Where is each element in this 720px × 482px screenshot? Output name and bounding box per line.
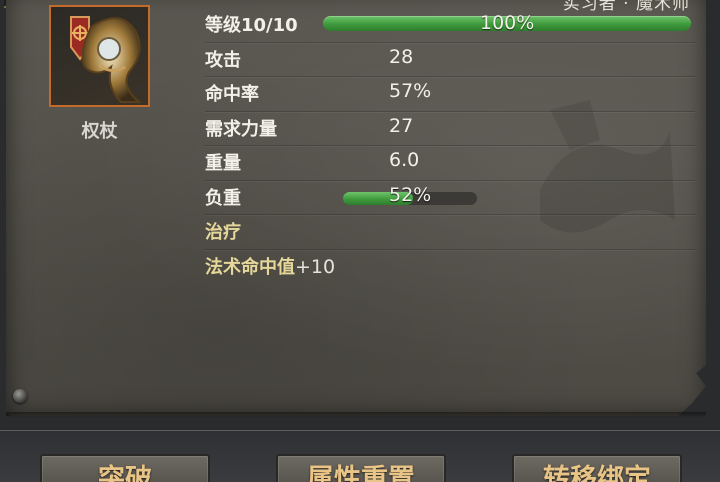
- item-name: 权杖: [81, 121, 118, 142]
- item-icon-frame[interactable]: [49, 5, 150, 107]
- strength-requirement-label: 需求力量: [205, 118, 277, 140]
- level-percent: 100%: [480, 12, 535, 34]
- weight-value: 6.0: [389, 149, 420, 171]
- spell-hit-label-text: 法术命中值: [205, 256, 295, 278]
- stats-list: 等级10/10 100% 攻击 28 命中率 57% 需求力量 27 重量 6.…: [205, 8, 695, 283]
- attack-value: 28: [389, 45, 414, 68]
- scepter-icon: [70, 16, 142, 103]
- spell-hit-row: 法术命中值+10: [205, 250, 695, 284]
- load-label: 负重: [205, 187, 241, 209]
- level-row: 等级10/10 100%: [205, 8, 695, 43]
- breakthrough-button[interactable]: 突破: [40, 454, 210, 482]
- rivet-icon: [13, 389, 27, 403]
- attribute-reset-button[interactable]: 属性重置: [276, 454, 446, 482]
- weight-label: 重量: [205, 153, 241, 174]
- heal-row: 治疗: [205, 215, 695, 250]
- spell-hit-value: +10: [295, 255, 336, 278]
- hit-rate-row: 命中率 57%: [205, 77, 695, 112]
- spell-hit-label: 法术命中值+10: [205, 253, 335, 279]
- strength-requirement-value: 27: [389, 114, 414, 137]
- hit-rate-value: 57%: [389, 80, 432, 102]
- equipment-detail-screen: 实习者 · 魔术师 权杖 等级10/10 100% 攻击 28 命中率 57% …: [0, 0, 720, 482]
- attack-label: 攻击: [205, 49, 241, 71]
- load-percent: 52%: [389, 183, 432, 206]
- attack-row: 攻击 28: [205, 43, 695, 77]
- load-row: 负重 52%: [205, 181, 695, 215]
- heal-label: 治疗: [205, 222, 241, 243]
- hit-rate-label: 命中率: [205, 84, 259, 105]
- strength-requirement-row: 需求力量 27: [205, 112, 695, 146]
- level-label: 等级10/10: [205, 15, 298, 36]
- transfer-binding-button[interactable]: 转移绑定: [512, 454, 682, 482]
- weight-row: 重量 6.0: [205, 146, 695, 181]
- parchment-shadow: [6, 412, 706, 418]
